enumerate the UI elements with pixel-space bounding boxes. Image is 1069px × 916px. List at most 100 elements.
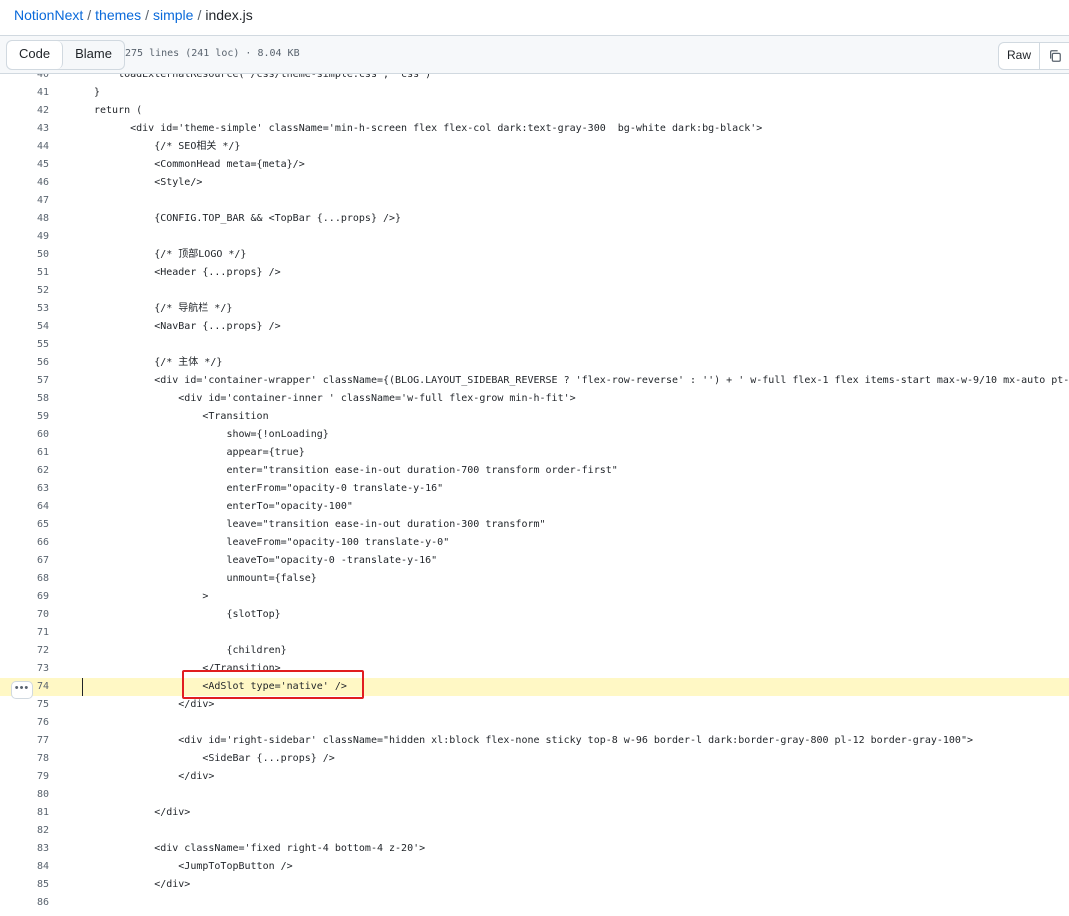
raw-actions: Raw — [998, 42, 1069, 70]
line-number[interactable]: 84 — [0, 858, 49, 876]
code-line: 79 </div> — [0, 768, 1069, 786]
code-line: 73 </Transition> — [0, 660, 1069, 678]
code-tab[interactable]: Code — [7, 41, 64, 69]
line-number[interactable]: 46 — [0, 174, 49, 192]
line-number[interactable]: 47 — [0, 192, 49, 210]
code-line: 72 {children} — [0, 642, 1069, 660]
line-number[interactable]: 53 — [0, 300, 49, 318]
breadcrumb-simple-link[interactable]: simple — [153, 7, 193, 23]
line-number[interactable]: 71 — [0, 624, 49, 642]
line-number[interactable]: 86 — [0, 894, 49, 912]
code-text: } — [94, 87, 101, 98]
line-number[interactable]: 83 — [0, 840, 49, 858]
line-number[interactable]: 79 — [0, 768, 49, 786]
line-number[interactable]: 41 — [0, 84, 49, 102]
code-line: 81 </div> — [0, 804, 1069, 822]
line-number[interactable]: 82 — [0, 822, 49, 840]
line-number[interactable]: 76 — [0, 714, 49, 732]
line-number[interactable]: 69 — [0, 588, 49, 606]
line-number[interactable]: 63 — [0, 480, 49, 498]
code-line: 42 return ( — [0, 102, 1069, 120]
line-number[interactable]: 52 — [0, 282, 49, 300]
line-number[interactable]: 42 — [0, 102, 49, 120]
line-number[interactable]: 80 — [0, 786, 49, 804]
line-number[interactable]: 57 — [0, 372, 49, 390]
line-number[interactable]: 77 — [0, 732, 49, 750]
code-line: 43 <div id='theme-simple' className='min… — [0, 120, 1069, 138]
code-line: 57 <div id='container-wrapper' className… — [0, 372, 1069, 390]
line-number[interactable]: 66 — [0, 534, 49, 552]
line-number[interactable]: 62 — [0, 462, 49, 480]
code-line: 48 {CONFIG.TOP_BAR && <TopBar {...props}… — [0, 210, 1069, 228]
line-number[interactable]: 44 — [0, 138, 49, 156]
breadcrumb-themes-link[interactable]: themes — [95, 7, 141, 23]
code-text: <NavBar {...props} /> — [94, 321, 281, 332]
raw-button[interactable]: Raw — [999, 43, 1041, 69]
copy-raw-button[interactable] — [1040, 43, 1069, 69]
line-number[interactable]: 65 — [0, 516, 49, 534]
code-line: 49 — [0, 228, 1069, 246]
code-line: 70 {slotTop} — [0, 606, 1069, 624]
breadcrumb-separator: / — [145, 7, 149, 23]
line-number[interactable]: 68 — [0, 570, 49, 588]
line-number[interactable]: 58 — [0, 390, 49, 408]
code-line: 51 <Header {...props} /> — [0, 264, 1069, 282]
text-cursor — [82, 678, 83, 696]
code-line: 50 {/* 顶部LOGO */} — [0, 246, 1069, 264]
line-number[interactable]: 81 — [0, 804, 49, 822]
code-text: {CONFIG.TOP_BAR && <TopBar {...props} />… — [94, 213, 402, 224]
code-line: 56 {/* 主体 */} — [0, 354, 1069, 372]
line-number[interactable]: 73 — [0, 660, 49, 678]
code-text: {/* 主体 */} — [94, 357, 223, 368]
view-mode-toggle: Code Blame — [6, 40, 125, 70]
code-text: <Header {...props} /> — [94, 267, 281, 278]
code-text: leaveFrom="opacity-100 translate-y-0" — [94, 537, 450, 548]
code-line: 53 {/* 导航栏 */} — [0, 300, 1069, 318]
annotation-highlight-box — [182, 670, 364, 699]
line-number[interactable]: 72 — [0, 642, 49, 660]
blame-tab[interactable]: Blame — [63, 41, 124, 69]
line-number[interactable]: 67 — [0, 552, 49, 570]
line-number[interactable]: 56 — [0, 354, 49, 372]
code-text: <div id='container-inner ' className='w-… — [94, 393, 576, 404]
line-number[interactable]: 64 — [0, 498, 49, 516]
line-number[interactable]: 85 — [0, 876, 49, 894]
line-number[interactable]: 60 — [0, 426, 49, 444]
code-line: 76 — [0, 714, 1069, 732]
code-line: 40 loadExternalResource('/css/theme-simp… — [0, 74, 1069, 84]
line-number[interactable]: 70 — [0, 606, 49, 624]
code-text: {/* SEO相关 */} — [94, 141, 241, 152]
code-line: 74 <AdSlot type='native' /> — [0, 678, 1069, 696]
line-number[interactable]: 51 — [0, 264, 49, 282]
code-text: <Style/> — [94, 177, 203, 188]
line-number[interactable]: 45 — [0, 156, 49, 174]
line-number[interactable]: 48 — [0, 210, 49, 228]
line-number[interactable]: 50 — [0, 246, 49, 264]
code-text: <div id='theme-simple' className='min-h-… — [94, 123, 763, 134]
code-line: 78 <SideBar {...props} /> — [0, 750, 1069, 768]
code-line: 71 — [0, 624, 1069, 642]
line-number[interactable]: 55 — [0, 336, 49, 354]
code-text: </div> — [94, 771, 215, 782]
code-line: 55 — [0, 336, 1069, 354]
line-number[interactable]: 43 — [0, 120, 49, 138]
line-number[interactable]: 54 — [0, 318, 49, 336]
code-line: 62 enter="transition ease-in-out duratio… — [0, 462, 1069, 480]
more-options-icon[interactable]: ••• — [11, 681, 33, 699]
code-line: 68 unmount={false} — [0, 570, 1069, 588]
file-toolbar: Code Blame 275 lines (241 loc) · 8.04 KB… — [0, 35, 1069, 74]
line-number[interactable]: 78 — [0, 750, 49, 768]
line-number[interactable]: 59 — [0, 408, 49, 426]
code-text: {/* 顶部LOGO */} — [94, 249, 247, 260]
code-line: 41} — [0, 84, 1069, 102]
line-number[interactable]: 49 — [0, 228, 49, 246]
line-number[interactable]: 61 — [0, 444, 49, 462]
code-line: 65 leave="transition ease-in-out duratio… — [0, 516, 1069, 534]
copy-icon — [1050, 49, 1061, 62]
code-text: <Transition — [94, 411, 269, 422]
line-number[interactable]: 40 — [0, 74, 49, 84]
code-text: enterFrom="opacity-0 translate-y-16" — [94, 483, 444, 494]
breadcrumb-repo-link[interactable]: NotionNext — [14, 7, 83, 23]
code-line: 61 appear={true} — [0, 444, 1069, 462]
code-text: {/* 导航栏 */} — [94, 303, 233, 314]
